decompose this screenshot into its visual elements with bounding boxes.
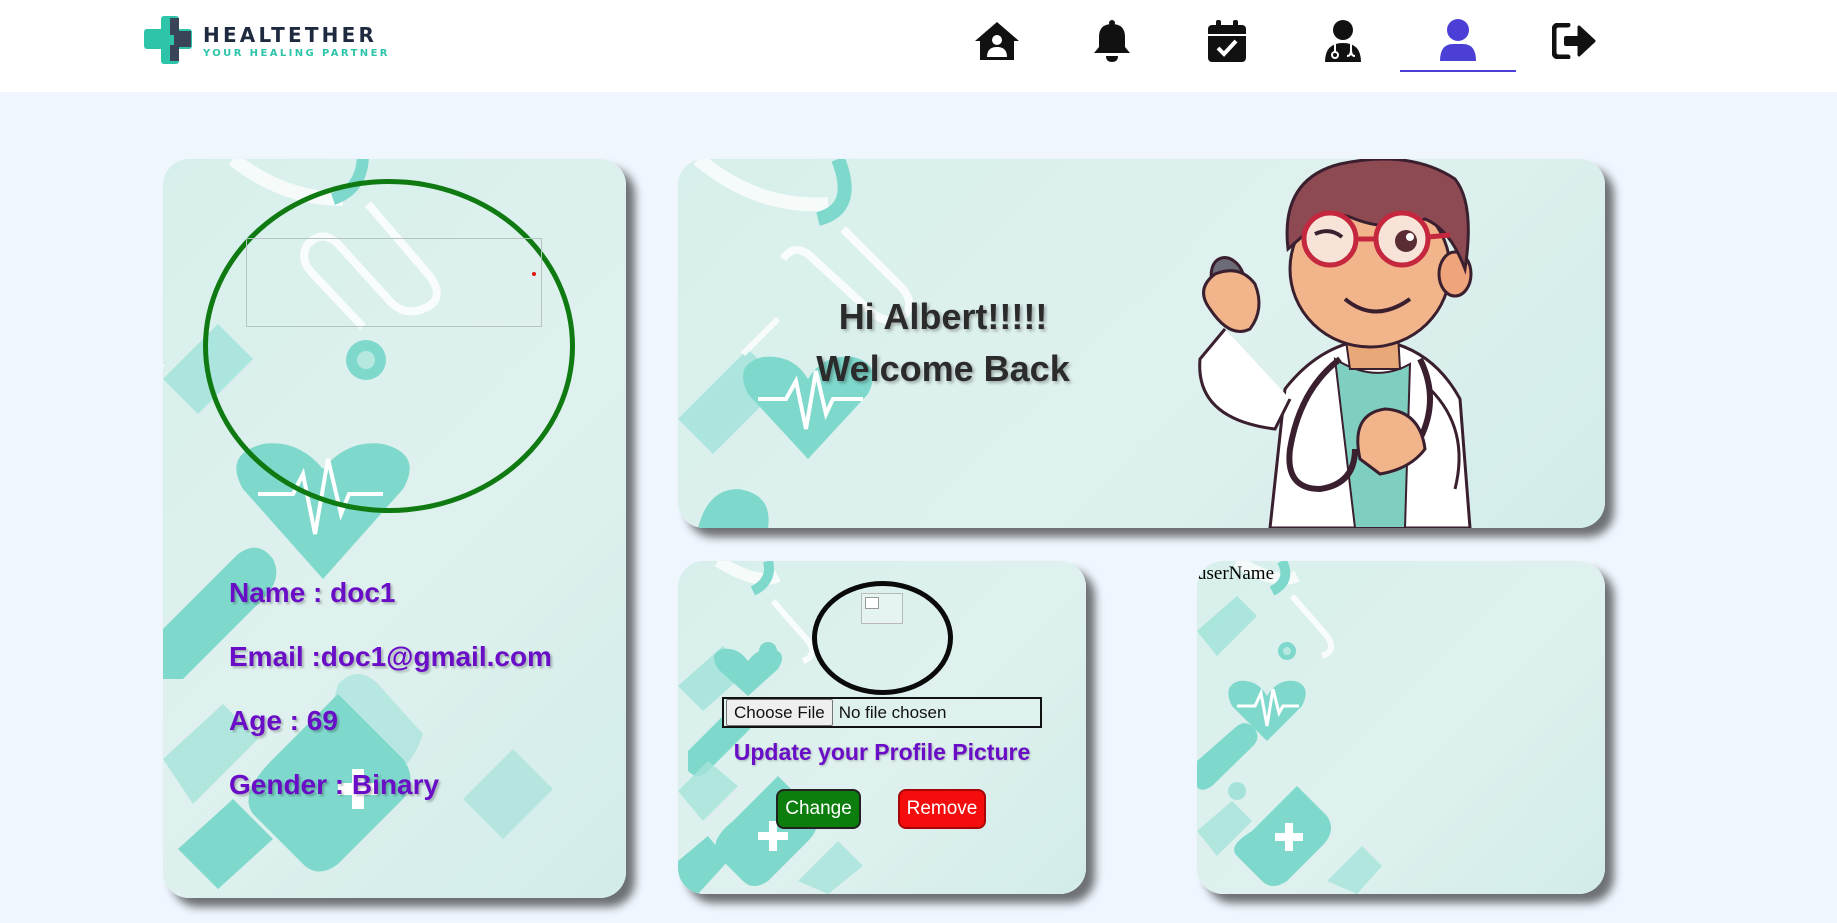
profile-picture <box>246 238 542 327</box>
profile-email: Email :doc1@gmail.com <box>229 641 552 672</box>
nav-logout[interactable] <box>1516 10 1632 72</box>
logout-icon <box>1552 23 1596 59</box>
update-picture-label: Update your Profile Picture <box>733 739 1031 765</box>
nav-profile[interactable] <box>1400 10 1516 72</box>
broken-image-icon <box>861 593 903 624</box>
profile-name: Name : doc1 <box>229 577 396 608</box>
profile-info-card: Name : doc1 Email :doc1@gmail.com Age : … <box>163 159 626 898</box>
file-input[interactable]: Choose File No file chosen <box>722 697 1042 728</box>
user-icon <box>1440 19 1476 61</box>
change-button[interactable]: Change <box>776 789 861 829</box>
home-user-icon <box>975 22 1019 60</box>
nav-doctors[interactable] <box>1285 10 1401 72</box>
username-card: userName <box>1197 561 1605 894</box>
bell-icon <box>1094 20 1130 62</box>
nav-notifications[interactable] <box>1054 10 1170 72</box>
profile-picture-frame <box>203 179 575 513</box>
red-dot <box>532 272 536 276</box>
medical-pattern-background <box>1197 561 1382 894</box>
welcome-banner-card: Hi Albert!!!!! Welcome Back <box>678 159 1605 528</box>
update-picture-card: Choose File No file chosen Update your P… <box>678 561 1086 894</box>
brand-tagline: YOUR HEALING PARTNER <box>203 48 390 59</box>
nav-home[interactable] <box>939 10 1055 72</box>
logo[interactable]: HEALTETHER YOUR HEALING PARTNER <box>144 16 394 64</box>
file-status: No file chosen <box>838 702 947 722</box>
doctor-icon <box>1325 20 1361 62</box>
profile-age: Age : 69 <box>229 705 338 736</box>
welcome-back-text: Welcome Back <box>816 348 1070 389</box>
medical-cross-logo-icon <box>144 16 192 64</box>
profile-gender: Gender : Binary <box>229 769 440 800</box>
top-navbar: HEALTETHER YOUR HEALING PARTNER <box>0 0 1837 92</box>
choose-file-button[interactable]: Choose File <box>726 699 833 726</box>
brand-name: HEALTETHER <box>203 23 378 47</box>
cartoon-doctor-illustration <box>1198 159 1473 528</box>
nav-appointments[interactable] <box>1169 10 1285 72</box>
calendar-check-icon <box>1208 20 1246 62</box>
username-label: userName <box>1197 563 1275 584</box>
remove-button[interactable]: Remove <box>898 789 986 829</box>
greeting-text: Hi Albert!!!!! <box>838 296 1048 337</box>
